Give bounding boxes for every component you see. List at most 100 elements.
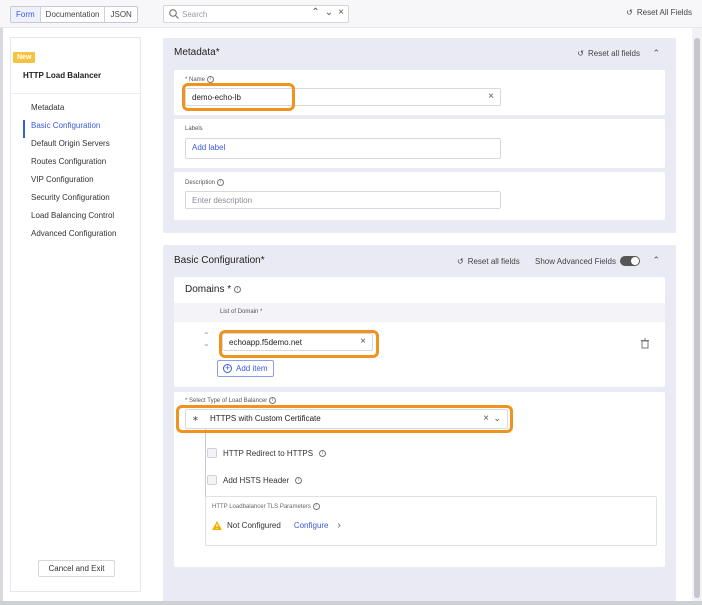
lb-type-select[interactable]: ∗ HTTPS with Custom Certificate × ⌄ [185,409,508,429]
domain-field[interactable]: echoapp.f5demo.net × [222,333,373,351]
hsts-row: Add HSTS Header i [207,475,303,485]
close-icon[interactable]: × [338,7,344,18]
top-toolbar: Form Documentation JSON Search ⌃ ⌄ × ↺ R… [0,0,702,28]
search-placeholder: Search [182,10,208,19]
tls-label: HTTP Loadbalancer TLS Parameters i [212,503,320,510]
warning-icon [212,521,222,530]
hsts-label: Add HSTS Header [223,475,290,485]
add-item-label: Add item [236,364,268,373]
search-input[interactable]: Search ⌃ ⌄ × [163,5,349,23]
info-icon: i [295,476,303,484]
load-balancer-icon: ∗ [192,414,199,423]
reset-all-fields-button[interactable]: ↺ Reset All Fields [626,8,692,17]
scrollbar[interactable] [692,28,702,605]
chevron-up-icon[interactable]: ⌃ [652,255,660,266]
sidebar-item-metadata[interactable]: Metadata [23,102,141,120]
list-of-domain-label: List of Domain * [220,309,263,315]
description-label: Description i [185,179,224,186]
metadata-title: Metadata* [174,47,220,58]
sidebar-item-vip-configuration[interactable]: VIP Configuration [23,174,141,192]
http-redirect-label: HTTP Redirect to HTTPS [223,448,314,458]
http-redirect-row: HTTP Redirect to HTTPS i [207,448,327,458]
sidebar-item-default-origin-servers[interactable]: Default Origin Servers [23,138,141,156]
reset-icon: ↺ [626,8,633,17]
lb-type-value: HTTPS with Custom Certificate [210,414,321,423]
hsts-checkbox[interactable] [207,475,217,485]
metadata-panel: Metadata* ↺ Reset all fields ⌃ * Name i … [163,38,676,233]
search-icon [169,9,179,19]
scrollbar-thumb[interactable] [694,38,700,598]
reset-icon: ↺ [577,49,584,58]
reset-icon: ↺ [457,257,464,266]
domains-title: Domains * i [185,284,241,295]
domain-list-header: List of Domain * [174,303,665,322]
info-icon: i [268,397,276,404]
search-controls: ⌃ ⌄ × [311,7,344,18]
basic-reset-button[interactable]: ↺ Reset all fields [457,257,520,266]
tab-documentation[interactable]: Documentation [41,7,106,22]
reset-all-label: Reset All Fields [636,8,692,17]
sidebar-item-basic-configuration[interactable]: Basic Configuration [23,120,141,138]
advanced-toggle-label: Show Advanced Fields [535,256,616,266]
main-content: Metadata* ↺ Reset all fields ⌃ * Name i … [148,28,692,605]
description-card: Description i Enter description [174,172,665,220]
info-icon: i [312,503,320,510]
sidebar-nav: Metadata Basic Configuration Default Ori… [23,102,141,246]
tab-json[interactable]: JSON [105,7,136,22]
labels-field[interactable]: Add label [185,138,501,159]
close-icon[interactable]: × [360,336,366,347]
lb-type-card: * Select Type of Load Balancer i ∗ HTTPS… [174,392,665,567]
add-label-link[interactable]: Add label [192,143,225,152]
add-item-button[interactable]: + Add item [217,360,274,377]
name-label: * Name i [185,76,214,83]
cancel-and-exit-button[interactable]: Cancel and Exit [38,560,115,577]
domains-card: Domains * i List of Domain * ⌃ ⌄ echoapp.… [174,277,665,387]
reorder-handle[interactable]: ⌃ ⌄ [203,332,210,348]
name-card: * Name i demo-echo-lb × [174,70,665,115]
add-circle-icon: + [223,363,232,373]
chevron-down-icon[interactable]: ⌄ [325,7,333,18]
sidebar-item-routes-configuration[interactable]: Routes Configuration [23,156,141,174]
tab-form[interactable]: Form [11,7,41,22]
show-advanced-fields-toggle[interactable]: Show Advanced Fields [535,256,640,266]
description-field[interactable]: Enter description [185,191,501,209]
info-icon: i [319,449,327,457]
new-badge: New [13,52,36,63]
trash-icon[interactable] [640,338,650,349]
http-redirect-checkbox[interactable] [207,448,217,458]
sidebar-item-security-configuration[interactable]: Security Configuration [23,192,141,210]
metadata-reset-button[interactable]: ↺ Reset all fields [577,49,640,58]
info-icon: i [216,179,224,186]
tls-status: Not Configured [227,521,281,530]
basic-configuration-title: Basic Configuration* [174,255,265,266]
basic-configuration-panel: Basic Configuration* ↺ Reset all fields … [163,245,676,605]
description-placeholder: Enter description [192,196,253,205]
name-value: demo-echo-lb [192,93,241,102]
tls-status-row: Not Configured Configure › [212,520,341,531]
sidebar-item-advanced-configuration[interactable]: Advanced Configuration [23,228,141,246]
basic-reset-label: Reset all fields [467,257,520,266]
name-field[interactable]: demo-echo-lb × [185,88,501,106]
info-icon: i [206,76,214,83]
info-icon: i [233,285,241,293]
labels-label: Labels [185,126,203,132]
chevron-right-icon[interactable]: › [338,520,341,531]
sidebar-item-load-balancing-control[interactable]: Load Balancing Control [23,210,141,228]
metadata-reset-label: Reset all fields [587,49,640,58]
lb-type-label: * Select Type of Load Balancer i [185,397,276,404]
chevron-up-icon[interactable]: ⌃ [652,48,660,59]
bottom-edge [0,601,702,605]
chevron-up-icon[interactable]: ⌃ [311,7,319,18]
toggle-switch[interactable] [619,256,640,266]
labels-card: Labels Add label [174,119,665,168]
chevron-down-icon[interactable]: ⌄ [493,413,501,424]
sidebar: New HTTP Load Balancer Metadata Basic Co… [10,37,142,592]
tls-parameters-box: HTTP Loadbalancer TLS Parameters i Not C… [205,496,657,546]
domain-value: echoapp.f5demo.net [229,338,302,347]
close-icon[interactable]: × [483,413,489,424]
configure-link[interactable]: Configure [294,521,329,530]
window-edge [0,0,3,605]
close-icon[interactable]: × [488,91,494,102]
divider [11,93,142,94]
sidebar-title: HTTP Load Balancer [23,71,102,80]
